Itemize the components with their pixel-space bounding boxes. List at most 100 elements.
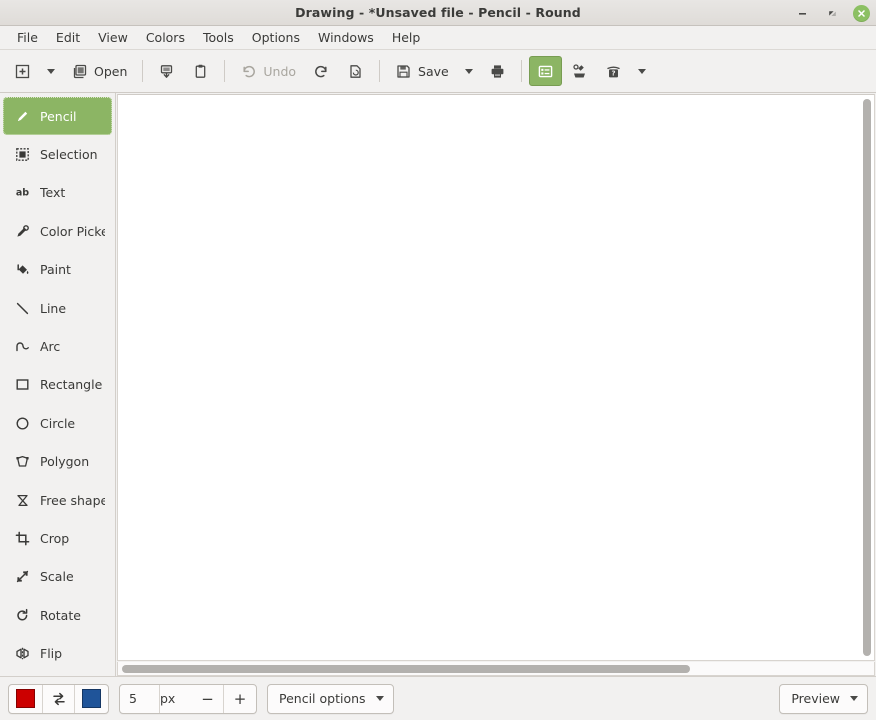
polygon-icon bbox=[14, 453, 31, 470]
save-button-label: Save bbox=[418, 64, 449, 79]
svg-text:?: ? bbox=[611, 69, 615, 77]
sidebar-item-polygon[interactable]: Polygon bbox=[3, 443, 112, 481]
sidebar-item-label: Crop bbox=[40, 531, 69, 546]
color-controls-group bbox=[8, 684, 109, 714]
sidebar-item-arc[interactable]: Arc bbox=[3, 327, 112, 365]
rectangle-icon bbox=[14, 376, 31, 393]
swap-colors-button[interactable] bbox=[43, 685, 75, 713]
menu-file[interactable]: File bbox=[8, 28, 47, 47]
undo-arrow-icon bbox=[240, 63, 257, 80]
circle-icon bbox=[14, 415, 31, 432]
menu-help[interactable]: Help bbox=[383, 28, 430, 47]
tools-button[interactable] bbox=[563, 56, 596, 86]
new-image-button[interactable] bbox=[6, 56, 39, 86]
arc-icon bbox=[14, 338, 31, 355]
toolbar-separator-3 bbox=[379, 60, 380, 82]
vertical-scrollbar-thumb[interactable] bbox=[863, 99, 871, 656]
tool-options-button[interactable]: Pencil options bbox=[267, 684, 394, 714]
sidebar-item-free-shape[interactable]: Free shape bbox=[3, 481, 112, 519]
sidebar-item-flip[interactable]: Flip bbox=[3, 634, 112, 672]
sidebar-item-paint[interactable]: Paint bbox=[3, 251, 112, 289]
import-button[interactable] bbox=[150, 56, 183, 86]
flip-icon bbox=[14, 645, 31, 662]
minimize-icon bbox=[797, 8, 808, 19]
sidebar-item-label: Line bbox=[40, 301, 66, 316]
canvas-viewport[interactable] bbox=[117, 94, 875, 661]
close-button[interactable] bbox=[853, 5, 870, 22]
tool-size-value[interactable]: 5 bbox=[120, 685, 160, 713]
preview-button[interactable]: Preview bbox=[779, 684, 868, 714]
open-button[interactable]: Open bbox=[63, 56, 135, 86]
chevron-down-icon bbox=[850, 696, 858, 701]
sidebar-item-text[interactable]: ab Text bbox=[3, 174, 112, 212]
tool-size-increase-button[interactable]: + bbox=[224, 685, 256, 713]
canvas-area bbox=[116, 93, 876, 676]
minimize-button[interactable] bbox=[793, 4, 811, 22]
title-bar: Drawing - *Unsaved file - Pencil - Round bbox=[0, 0, 876, 26]
import-icon bbox=[158, 63, 175, 80]
tool-options-label: Pencil options bbox=[279, 691, 366, 706]
chevron-down-icon bbox=[376, 696, 384, 701]
horizontal-scrollbar[interactable] bbox=[117, 662, 875, 676]
sidebar-item-label: Flip bbox=[40, 646, 62, 661]
sidebar-item-line[interactable]: Line bbox=[3, 289, 112, 327]
redo-button[interactable] bbox=[305, 56, 338, 86]
selection-icon bbox=[14, 146, 31, 163]
sidebar-toggle-button[interactable] bbox=[529, 56, 562, 86]
tool-size-decrease-button[interactable]: − bbox=[192, 685, 224, 713]
maximize-button[interactable] bbox=[823, 4, 841, 22]
toolbar-overflow-button[interactable] bbox=[631, 56, 653, 86]
rebuild-button[interactable] bbox=[339, 56, 372, 86]
text-ab-icon: ab bbox=[14, 184, 31, 201]
save-dropdown[interactable] bbox=[458, 56, 480, 86]
horizontal-scrollbar-thumb[interactable] bbox=[122, 665, 690, 673]
open-button-label: Open bbox=[94, 64, 127, 79]
scale-icon bbox=[14, 568, 31, 585]
new-image-dropdown[interactable] bbox=[40, 56, 62, 86]
undo-button-label: Undo bbox=[263, 64, 296, 79]
sidebar-item-scale[interactable]: Scale bbox=[3, 558, 112, 596]
menu-windows[interactable]: Windows bbox=[309, 28, 383, 47]
sidebar-item-rectangle[interactable]: Rectangle bbox=[3, 366, 112, 404]
print-button[interactable] bbox=[481, 56, 514, 86]
sidebar-item-label: Circle bbox=[40, 416, 75, 431]
sidebar-item-crop[interactable]: Crop bbox=[3, 519, 112, 557]
menu-view[interactable]: View bbox=[89, 28, 137, 47]
tool-size-group: 5 px − + bbox=[119, 684, 257, 714]
vertical-scrollbar[interactable] bbox=[863, 99, 871, 656]
chevron-down-icon bbox=[638, 69, 646, 74]
window-title: Drawing - *Unsaved file - Pencil - Round bbox=[0, 5, 876, 20]
sidebar-item-circle[interactable]: Circle bbox=[3, 404, 112, 442]
menu-colors[interactable]: Colors bbox=[137, 28, 194, 47]
help-button[interactable]: ? bbox=[597, 56, 630, 86]
sidebar-item-selection[interactable]: Selection bbox=[3, 135, 112, 173]
menu-bar: File Edit View Colors Tools Options Wind… bbox=[0, 26, 876, 50]
sidebar-item-pencil[interactable]: Pencil bbox=[3, 97, 112, 135]
sidebar-item-rotate[interactable]: Rotate bbox=[3, 596, 112, 634]
bottom-options-bar: 5 px − + Pencil options Preview bbox=[0, 676, 876, 720]
menu-options[interactable]: Options bbox=[243, 28, 309, 47]
toolbar-separator-2 bbox=[224, 60, 225, 82]
sidebar-item-label: Pencil bbox=[40, 109, 77, 124]
new-image-icon bbox=[14, 63, 31, 80]
drawing-canvas[interactable] bbox=[118, 95, 874, 660]
secondary-color-button[interactable] bbox=[75, 685, 108, 713]
sidebar-item-label: Rectangle bbox=[40, 377, 102, 392]
paste-button[interactable] bbox=[184, 56, 217, 86]
printer-icon bbox=[489, 63, 506, 80]
menu-edit[interactable]: Edit bbox=[47, 28, 89, 47]
save-button[interactable]: Save bbox=[387, 56, 457, 86]
rotate-icon bbox=[14, 607, 31, 624]
sidebar-item-label: Scale bbox=[40, 569, 74, 584]
preview-label: Preview bbox=[791, 691, 840, 706]
sidebar-item-label: Paint bbox=[40, 262, 71, 277]
main-toolbar: Open bbox=[0, 50, 876, 93]
main-color-button[interactable] bbox=[9, 685, 43, 713]
close-icon bbox=[857, 9, 866, 18]
chevron-down-icon bbox=[465, 69, 473, 74]
menu-tools[interactable]: Tools bbox=[194, 28, 243, 47]
tools-icon bbox=[571, 63, 588, 80]
pencil-icon bbox=[14, 108, 31, 125]
sidebar-item-color-picker[interactable]: Color Picker bbox=[3, 212, 112, 250]
undo-button[interactable]: Undo bbox=[232, 56, 304, 86]
